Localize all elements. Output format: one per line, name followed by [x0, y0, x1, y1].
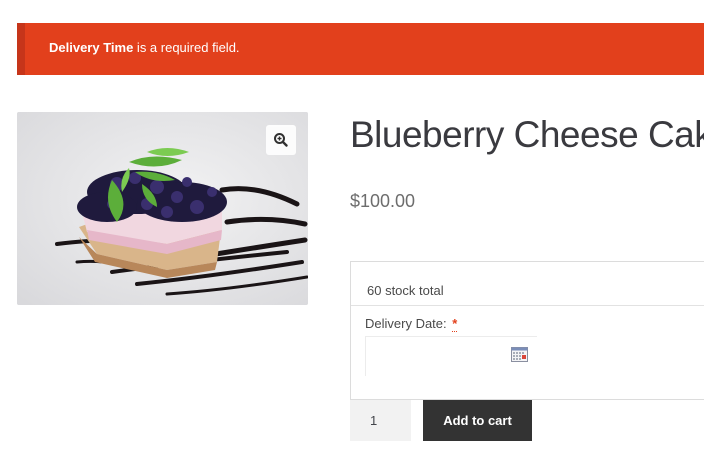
add-to-cart-button[interactable]: Add to cart — [423, 400, 532, 441]
delivery-date-label-text: Delivery Date: — [365, 316, 447, 331]
error-notice: Delivery Time is a required field. — [17, 23, 704, 75]
quantity-value: 1 — [370, 413, 378, 428]
quantity-input[interactable]: 1 — [350, 400, 411, 441]
booking-divider — [351, 305, 704, 306]
required-mark: * — [452, 316, 458, 332]
product-title: Blueberry Cheese Cake — [350, 114, 704, 155]
notice-message: Delivery Time is a required field. — [49, 40, 240, 55]
product-price: $100.00 — [350, 191, 416, 211]
delivery-date-label: Delivery Date: * — [365, 316, 458, 332]
notice-message-text: is a required field. — [133, 40, 240, 55]
product-image[interactable] — [17, 112, 308, 305]
calendar-icon[interactable] — [511, 347, 528, 362]
zoom-button[interactable] — [266, 125, 296, 155]
notice-field-name: Delivery Time — [49, 40, 134, 55]
cheesecake-photo — [17, 112, 308, 305]
zoom-icon — [274, 133, 288, 147]
stock-text: 60 stock total — [367, 283, 444, 298]
